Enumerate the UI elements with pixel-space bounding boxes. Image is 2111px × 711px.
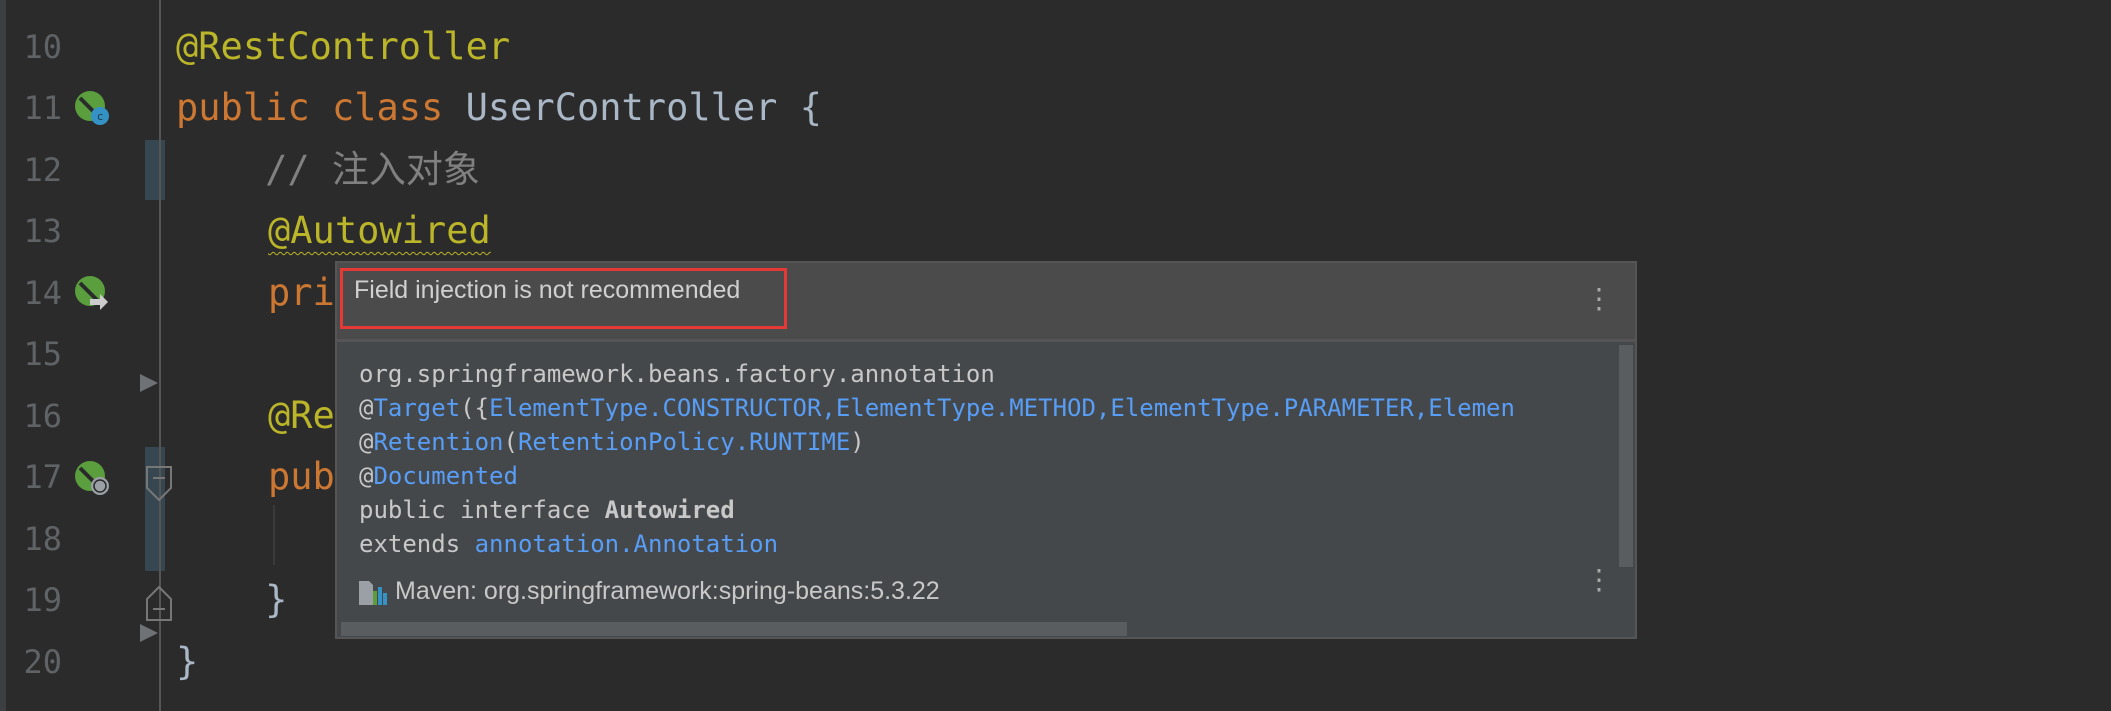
code-line-19: } [176, 578, 288, 621]
line-number: 17 [23, 458, 62, 496]
line-number: 10 [23, 28, 62, 66]
documented-link[interactable]: Documented [373, 462, 518, 490]
package-name: org.springframework.beans.factory.annota… [359, 360, 995, 388]
spring-autowired-icon[interactable] [74, 275, 110, 311]
code-line-10: @RestController [176, 25, 511, 68]
popup-header: Field injection is not recommended ⋮ [337, 263, 1635, 342]
spring-web-endpoint-icon[interactable] [74, 460, 110, 496]
extends-keyword: extends [359, 530, 475, 558]
code-line-11: public class UserController { [176, 77, 822, 139]
declaration: public interface [359, 496, 605, 524]
horizontal-scrollbar[interactable] [341, 622, 1127, 636]
line-number: 14 [23, 274, 62, 312]
svg-text:c: c [97, 110, 104, 123]
punct: ) [850, 428, 865, 456]
fold-collapse-icon[interactable] [146, 466, 172, 502]
line-number: 16 [23, 397, 62, 435]
fold-end-icon[interactable] [146, 585, 172, 621]
code-line-20: } [176, 640, 199, 683]
interface-name: Autowired [604, 496, 735, 524]
line-number: 12 [23, 151, 62, 189]
fold-arrow-icon[interactable] [138, 622, 160, 644]
line-number: 13 [23, 212, 62, 250]
retention-link[interactable]: Retention [373, 428, 503, 456]
target-args-link[interactable]: ElementType.CONSTRUCTOR,ElementType.METH… [489, 394, 1515, 422]
keyword: class [331, 86, 466, 129]
spring-bean-class-icon[interactable]: c [74, 90, 110, 126]
vertical-scrollbar[interactable] [1619, 345, 1633, 567]
line-number: 15 [23, 335, 62, 373]
at-sign: @ [359, 394, 374, 422]
target-link[interactable]: Target [373, 394, 460, 422]
line-number: 19 [23, 581, 62, 619]
inspection-message: Field injection is not recommended [354, 276, 741, 304]
maven-library-icon [359, 580, 387, 605]
documentation-body: org.springframework.beans.factory.annota… [359, 357, 1515, 561]
line-number: 18 [23, 520, 62, 558]
fold-arrow-icon[interactable] [138, 372, 160, 394]
code-line-17: pub [268, 455, 335, 498]
footer-more-options-icon[interactable]: ⋮ [1585, 566, 1613, 594]
at-sign: @ [359, 428, 374, 456]
code-line-12: // 注入对象 [176, 148, 480, 191]
more-options-icon[interactable]: ⋮ [1585, 285, 1613, 313]
change-marker[interactable] [145, 140, 165, 200]
code-line-14: pri [268, 271, 335, 314]
punct: ( [503, 428, 518, 456]
annotation-link[interactable]: annotation.Annotation [475, 530, 778, 558]
code-line-13: @Autowired [268, 200, 491, 262]
keyword: public [176, 86, 332, 129]
punct: ({ [460, 394, 490, 422]
library-coordinates: Maven: org.springframework:spring-beans:… [395, 577, 940, 605]
class-name: UserController { [465, 86, 823, 129]
retention-policy-link[interactable]: RetentionPolicy.RUNTIME [518, 428, 850, 456]
code-line-16: @Re [268, 394, 335, 437]
at-sign: @ [359, 462, 374, 490]
quick-documentation-popup: Field injection is not recommended ⋮ org… [335, 261, 1637, 639]
indent-guide [273, 505, 275, 565]
line-number: 20 [23, 643, 62, 681]
library-footer: Maven: org.springframework:spring-beans:… [359, 577, 940, 606]
autowired-annotation[interactable]: @Autowired [268, 209, 491, 252]
line-number: 11 [23, 89, 62, 127]
